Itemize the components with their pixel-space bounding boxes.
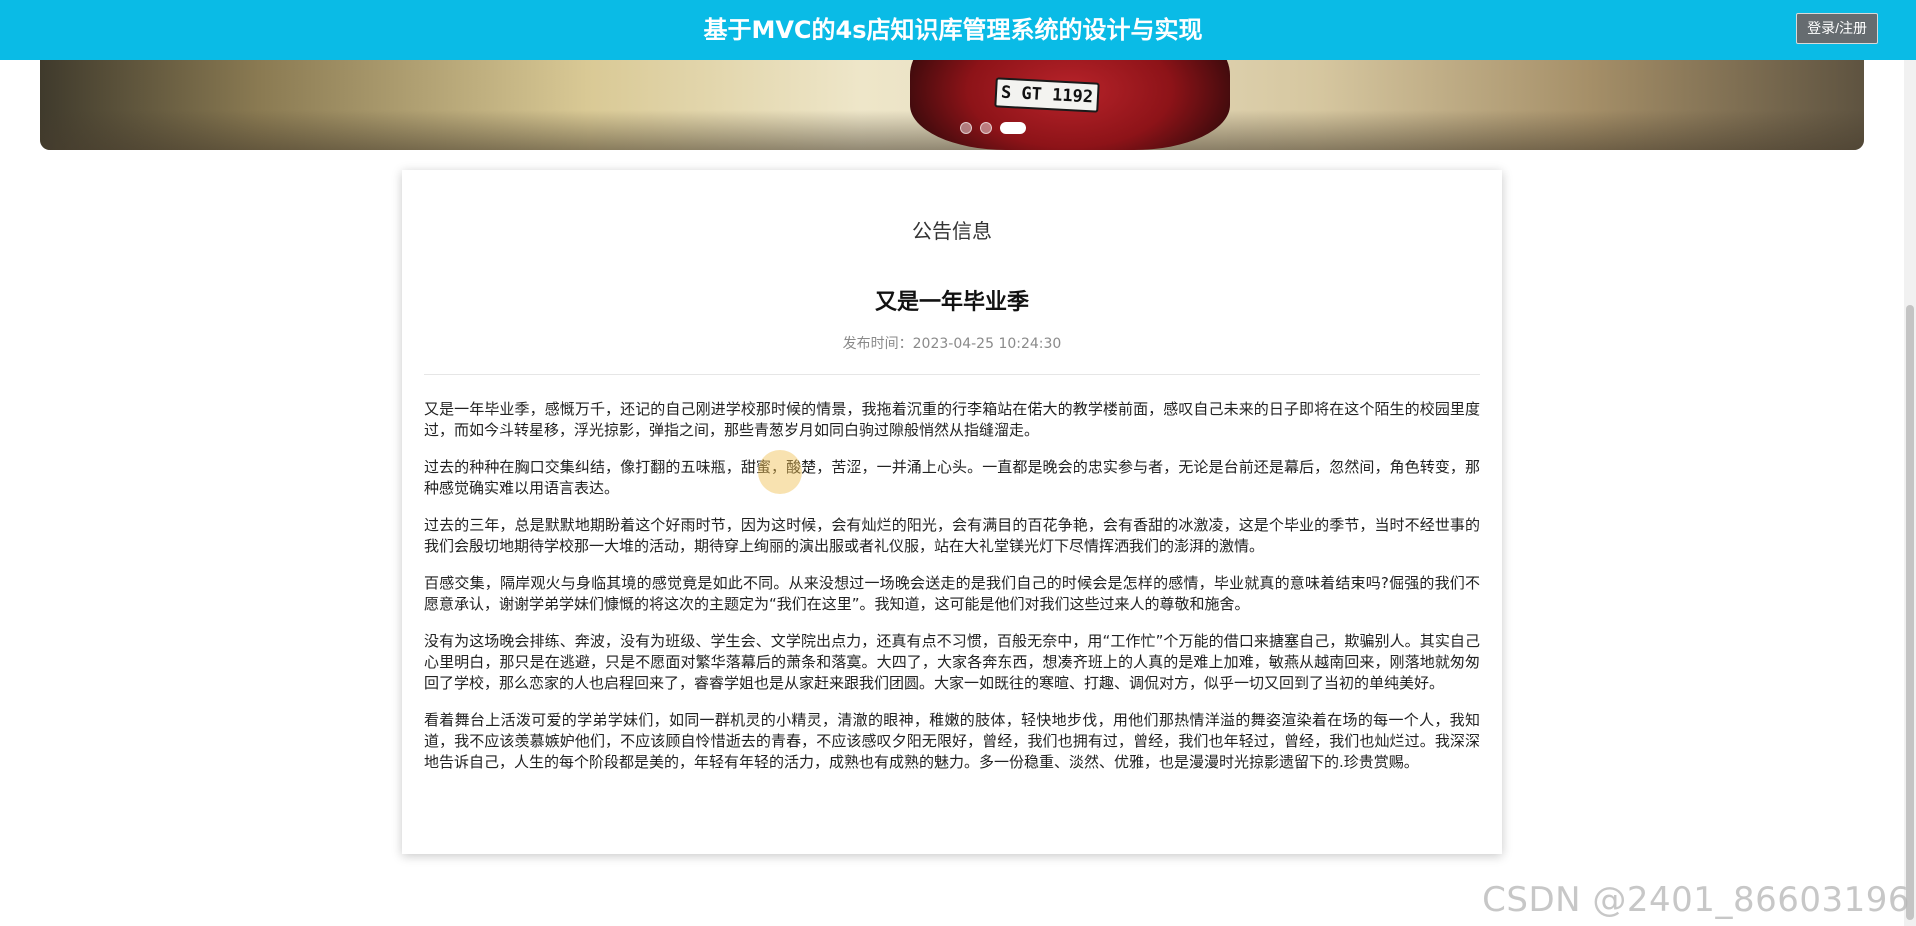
article-paragraph: 过去的种种在胸口交集纠结，像打翻的五味瓶，甜蜜，酸楚，苦涩，一并涌上心头。一直都… xyxy=(424,458,1480,497)
site-title: 基于MVC的4s店知识库管理系统的设计与实现 xyxy=(703,16,1203,44)
carousel-indicators xyxy=(960,122,1026,134)
csdn-watermark: CSDN @2401_86603196 xyxy=(1482,880,1910,920)
carousel-dot-2[interactable] xyxy=(980,122,992,134)
article-paragraph: 没有为这场晚会排练、奔波，没有为班级、学生会、文学院出点力，还真有点不习惯，百般… xyxy=(424,632,1480,692)
article-paragraph: 过去的三年，总是默默地期盼着这个好雨时节，因为这时候，会有灿烂的阳光，会有满目的… xyxy=(424,516,1480,555)
carousel-dot-3-active[interactable] xyxy=(1000,122,1026,134)
page: S GT 1192 基于MVC的4s店知识库管理系统的设计与实现 登录/注册 公… xyxy=(0,0,1916,926)
article-title: 又是一年毕业季 xyxy=(874,290,1029,315)
page-scrollbar[interactable] xyxy=(1904,60,1916,926)
article-paragraph: 又是一年毕业季，感慨万千，还记的自己刚进学校那时候的情景，我拖着沉重的行李箱站在… xyxy=(424,400,1480,439)
article-paragraph: 百感交集，隔岸观火与身临其境的感觉竟是如此不同。从来没想过一场晚会送走的是我们自… xyxy=(424,574,1480,613)
top-header: 基于MVC的4s店知识库管理系统的设计与实现 登录/注册 xyxy=(0,0,1916,60)
divider xyxy=(424,374,1480,375)
publish-time: 发布时间：2023-04-25 10:24:30 xyxy=(842,336,1062,352)
login-register-button[interactable]: 登录/注册 xyxy=(1796,13,1878,44)
carousel-dot-1[interactable] xyxy=(960,122,972,134)
scrollbar-thumb[interactable] xyxy=(1906,305,1914,920)
banner-license-plate: S GT 1192 xyxy=(994,77,1100,113)
article-content: 又是一年毕业季，感慨万千，还记的自己刚进学校那时候的情景，我拖着沉重的行李箱站在… xyxy=(424,399,1480,773)
article-paragraph: 看着舞台上活泼可爱的学弟学妹们，如同一群机灵的小精灵，清澈的眼神，稚嫩的肢体，轻… xyxy=(424,711,1480,771)
section-title: 公告信息 xyxy=(912,219,992,243)
notice-card: 公告信息 又是一年毕业季 发布时间：2023-04-25 10:24:30 又是… xyxy=(402,170,1502,854)
